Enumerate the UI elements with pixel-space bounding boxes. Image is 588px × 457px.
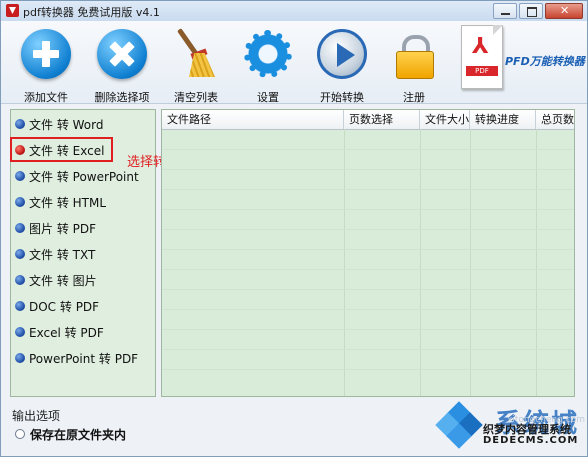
broom-icon	[171, 28, 221, 79]
column-file-path[interactable]: 文件路径	[162, 110, 344, 129]
mode-label: 文件 转 Word	[29, 117, 104, 132]
app-icon	[6, 4, 19, 17]
brand-logo: ⅄ PDF PFD万能转换器	[461, 23, 587, 101]
radio-icon	[15, 223, 25, 233]
column-page-select[interactable]: 页数选择	[344, 110, 420, 129]
add-file-label: 添加文件	[24, 91, 68, 104]
table-header: 文件路径 页数选择 文件大小 转换进度 总页数	[162, 110, 574, 130]
mode-label: 文件 转 HTML	[29, 195, 107, 210]
close-icon: ✕	[560, 4, 570, 17]
start-convert-label: 开始转换	[320, 91, 364, 104]
column-file-size[interactable]: 文件大小	[420, 110, 470, 129]
remove-selected-label: 删除选择项	[94, 91, 150, 104]
radio-icon	[15, 197, 25, 207]
mode-file-to-image[interactable]: 文件 转 图片	[15, 270, 153, 290]
keep-in-source-radio[interactable]	[15, 429, 25, 439]
keep-in-source-label[interactable]: 保存在原文件夹内	[30, 426, 126, 443]
file-list-table[interactable]: 文件路径 页数选择 文件大小 转换进度 总页数	[161, 109, 575, 397]
clear-list-button[interactable]: 清空列表	[161, 23, 231, 104]
mode-label: Excel 转 PDF	[29, 325, 104, 340]
minimize-icon	[501, 13, 510, 15]
watermark-logo	[435, 401, 483, 449]
register-button[interactable]: 注册	[379, 23, 449, 104]
radio-icon	[15, 353, 25, 363]
window-title: pdf转换器 免费试用版 v4.1	[23, 6, 160, 19]
radio-icon	[15, 275, 25, 285]
delete-icon	[97, 29, 147, 79]
selection-highlight-box	[10, 137, 113, 162]
column-progress[interactable]: 转换进度	[470, 110, 536, 129]
mode-label: PowerPoint 转 PDF	[29, 351, 139, 366]
radio-icon	[15, 171, 25, 181]
clear-list-label: 清空列表	[174, 91, 218, 104]
mode-label: 文件 转 TXT	[29, 247, 96, 262]
add-icon	[21, 29, 71, 79]
close-button[interactable]: ✕	[545, 3, 583, 19]
mode-file-to-txt[interactable]: 文件 转 TXT	[15, 244, 153, 264]
pdf-document-icon: ⅄ PDF	[461, 25, 503, 89]
app-window: pdf转换器 免费试用版 v4.1 ✕ 添加文件 删除选择项 清空列表 设置 开…	[0, 0, 588, 457]
add-file-button[interactable]: 添加文件	[11, 23, 81, 104]
mode-label: 图片 转 PDF	[29, 221, 97, 236]
radio-icon	[15, 301, 25, 311]
output-options-label: 输出选项	[12, 409, 61, 423]
mode-label: DOC 转 PDF	[29, 299, 100, 314]
gear-icon	[243, 29, 293, 79]
mode-excel-to-pdf[interactable]: Excel 转 PDF	[15, 322, 153, 342]
mode-label: 文件 转 PowerPoint	[29, 169, 139, 184]
mode-file-to-html[interactable]: 文件 转 HTML	[15, 192, 153, 212]
radio-icon	[15, 327, 25, 337]
mode-label: 文件 转 图片	[29, 273, 97, 288]
register-label: 注册	[403, 91, 425, 104]
mode-file-to-word[interactable]: 文件 转 Word	[15, 114, 153, 134]
title-bar[interactable]: pdf转换器 免费试用版 v4.1 ✕	[1, 1, 587, 22]
minimize-button[interactable]	[493, 3, 517, 19]
play-icon	[317, 29, 367, 79]
mode-powerpoint-to-pdf[interactable]: PowerPoint 转 PDF	[15, 348, 153, 368]
watermark-url: DEDECMS.COM	[483, 435, 579, 446]
brand-name: PFD万能转换器	[505, 55, 585, 68]
lock-icon	[389, 29, 439, 79]
start-convert-button[interactable]: 开始转换	[307, 23, 377, 104]
mode-doc-to-pdf[interactable]: DOC 转 PDF	[15, 296, 153, 316]
settings-label: 设置	[257, 91, 279, 104]
maximize-button[interactable]	[519, 3, 543, 19]
window-controls: ✕	[493, 3, 583, 19]
column-total-pages[interactable]: 总页数	[536, 110, 574, 129]
remove-selected-button[interactable]: 删除选择项	[87, 23, 157, 104]
maximize-icon	[527, 7, 537, 17]
radio-icon	[15, 249, 25, 259]
radio-icon	[15, 119, 25, 129]
mode-image-to-pdf[interactable]: 图片 转 PDF	[15, 218, 153, 238]
settings-button[interactable]: 设置	[233, 23, 303, 104]
